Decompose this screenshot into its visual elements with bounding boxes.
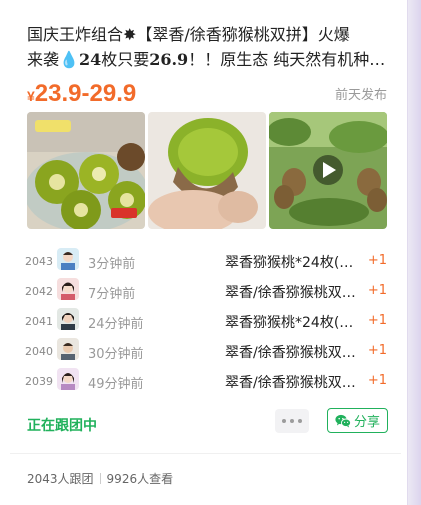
order-item: 翠香猕猴桃*24枚(… <box>225 315 354 331</box>
stats-footer: 2043人跟团 9926人查看 <box>27 470 173 487</box>
more-dots-icon <box>282 419 302 423</box>
order-list: 2043 3分钟前 翠香猕猴桃*24枚(… +1 2042 7分钟前 翠香/徐香… <box>25 247 390 397</box>
order-time: 24分钟前 <box>88 317 144 332</box>
order-qty: +1 <box>367 283 387 298</box>
avatar <box>57 248 79 270</box>
order-item: 翠香/徐香猕猴桃双… <box>225 285 356 301</box>
photo-gallery <box>27 112 387 229</box>
order-qty: +1 <box>367 343 387 358</box>
view-count: 9926人查看 <box>106 472 174 486</box>
share-label: 分享 <box>353 415 380 430</box>
currency-symbol: ¥ <box>27 88 35 104</box>
order-qty: +1 <box>367 373 387 388</box>
order-time: 30分钟前 <box>88 347 144 362</box>
order-time: 49分钟前 <box>88 377 144 392</box>
avatar <box>57 368 79 390</box>
title-line-1: 国庆王炸组合✸【翠香/徐香猕猴桃双拼】火爆 <box>27 25 350 44</box>
kiwi-orchard-video[interactable] <box>269 112 387 229</box>
order-item: 翠香/徐香猕猴桃双… <box>225 345 356 361</box>
group-status-label: 正在跟团中 <box>27 418 97 434</box>
kiwi-halves-photo[interactable] <box>27 112 145 229</box>
order-number: 2040 <box>25 345 53 358</box>
order-row[interactable]: 2040 30分钟前 翠香/徐香猕猴桃双… +1 <box>25 337 390 367</box>
right-scroll-rail <box>407 0 421 505</box>
group-buy-card[interactable]: 国庆王炸组合✸【翠香/徐香猕猴桃双拼】火爆 来袭💧24枚只要26.9！！原生态 … <box>10 10 401 495</box>
posted-time: 前天发布 <box>334 88 387 103</box>
order-item: 翠香/徐香猕猴桃双… <box>225 375 356 391</box>
order-number: 2043 <box>25 255 53 268</box>
stats-separator <box>99 473 101 484</box>
order-number: 2041 <box>25 315 53 328</box>
avatar <box>57 278 79 300</box>
more-options-button[interactable] <box>275 409 309 433</box>
post-title[interactable]: 国庆王炸组合✸【翠香/徐香猕猴桃双拼】火爆 来袭💧24枚只要26.9！！原生态 … <box>27 22 389 72</box>
avatar <box>57 338 79 360</box>
order-qty: +1 <box>367 313 387 328</box>
order-item: 翠香猕猴桃*24枚(… <box>225 255 354 271</box>
order-row[interactable]: 2041 24分钟前 翠香猕猴桃*24枚(… +1 <box>25 307 390 337</box>
avatar <box>57 308 79 330</box>
order-number: 2039 <box>25 375 53 388</box>
order-row[interactable]: 2042 7分钟前 翠香/徐香猕猴桃双… +1 <box>25 277 390 307</box>
order-qty: +1 <box>367 253 387 268</box>
kiwi-peeled-photo[interactable] <box>148 112 266 229</box>
price-range: ¥23.9-29.9 <box>27 80 136 108</box>
order-number: 2042 <box>25 285 53 298</box>
wechat-icon <box>335 414 351 428</box>
price-value: 23.9-29.9 <box>34 80 137 107</box>
order-row[interactable]: 2043 3分钟前 翠香猕猴桃*24枚(… +1 <box>25 247 390 277</box>
order-time: 3分钟前 <box>88 257 136 272</box>
title-line-2: 来袭💧24枚只要26.9！！原生态 纯天然有机种… <box>27 50 386 69</box>
follower-count: 2043人跟团 <box>27 472 94 486</box>
divider <box>10 453 401 454</box>
play-icon[interactable] <box>313 155 343 185</box>
share-button[interactable]: 分享 <box>327 408 388 433</box>
order-time: 7分钟前 <box>88 287 136 302</box>
order-row[interactable]: 2039 49分钟前 翠香/徐香猕猴桃双… +1 <box>25 367 390 397</box>
